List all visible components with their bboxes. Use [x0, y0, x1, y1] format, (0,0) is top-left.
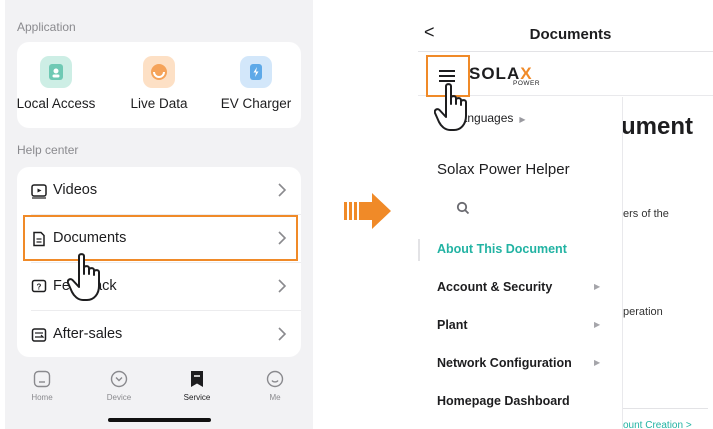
- live-data-icon: [143, 56, 175, 88]
- app-live-data[interactable]: Live Data: [114, 56, 204, 111]
- navigation-drawer: Languages ▶ Solax Power Helper About This…: [418, 97, 623, 429]
- me-icon: [266, 370, 284, 388]
- application-card: Local Access Live Data EV Charger: [17, 42, 301, 128]
- tab-home[interactable]: Home: [12, 368, 72, 402]
- svg-text:?: ?: [37, 283, 42, 292]
- tab-label: Service: [183, 393, 211, 402]
- triangle-right-icon: ▶: [594, 320, 601, 329]
- video-icon: [31, 184, 47, 199]
- help-item-label: After-sales: [53, 326, 123, 342]
- help-item-label: Videos: [53, 182, 98, 198]
- document-content: [623, 97, 713, 429]
- triangle-right-icon: ▶: [519, 115, 526, 124]
- ev-charger-icon: [240, 56, 272, 88]
- home-indicator: [108, 418, 211, 422]
- chevron-right-icon: [278, 279, 287, 293]
- tab-service[interactable]: Service: [167, 368, 227, 402]
- chevron-right-icon: [278, 327, 287, 341]
- divider: [623, 408, 708, 409]
- pointing-hand-icon: [434, 83, 467, 131]
- nav-item-homepage-dashboard[interactable]: Homepage Dashboard: [437, 394, 570, 408]
- tab-label: Device: [106, 393, 132, 402]
- nav-item-network-configuration[interactable]: Network Configuration: [437, 356, 572, 370]
- nav-header: < Documents: [418, 0, 713, 52]
- active-indicator: [418, 239, 420, 261]
- tab-bar: Home Device Service Me: [5, 362, 313, 429]
- help-center-card: Videos Documents ? Feedback After-sales: [17, 167, 301, 357]
- help-item-after-sales[interactable]: After-sales: [17, 311, 301, 359]
- arrow-right-icon: [344, 193, 391, 229]
- service-icon: [191, 371, 203, 387]
- documents-screen: < Documents SOLAX POWER ument ers of the…: [418, 0, 713, 429]
- help-item-feedback[interactable]: ? Feedback: [17, 263, 301, 311]
- chevron-right-icon: [278, 183, 287, 197]
- tab-me[interactable]: Me: [245, 368, 305, 402]
- solax-logo: SOLAX POWER: [469, 64, 541, 87]
- app-label: Live Data: [130, 96, 188, 111]
- app-ev-charger[interactable]: EV Charger: [211, 56, 301, 111]
- documents-highlight: [23, 215, 298, 261]
- home-icon: [33, 370, 51, 388]
- nav-item-about-this-document[interactable]: About This Document: [437, 242, 567, 256]
- search-icon[interactable]: [456, 201, 470, 215]
- triangle-right-icon: ▶: [594, 282, 601, 291]
- document-text: ers of the: [623, 208, 669, 220]
- pointing-hand-icon: [67, 253, 100, 301]
- page-title: Documents: [529, 26, 612, 43]
- document-heading: ument: [621, 113, 693, 140]
- tab-label: Me: [269, 393, 281, 402]
- after-sales-icon: [31, 328, 47, 342]
- help-center-section-label: Help center: [17, 143, 79, 157]
- nav-item-account-security[interactable]: Account & Security: [437, 280, 552, 294]
- help-item-videos[interactable]: Videos: [17, 167, 301, 215]
- tab-label: Home: [31, 393, 53, 402]
- tab-device[interactable]: Device: [89, 368, 149, 402]
- app-label: EV Charger: [220, 96, 292, 111]
- app-local-access[interactable]: Local Access: [11, 56, 101, 111]
- application-section-label: Application: [17, 20, 76, 34]
- feedback-icon: ?: [31, 279, 47, 293]
- next-page-link[interactable]: ount Creation >: [623, 420, 692, 429]
- local-access-icon: [40, 56, 72, 88]
- nav-item-plant[interactable]: Plant: [437, 318, 468, 332]
- helper-title: Solax Power Helper: [437, 161, 570, 178]
- device-icon: [110, 370, 128, 388]
- triangle-right-icon: ▶: [594, 358, 601, 367]
- document-text: peration: [623, 306, 663, 318]
- app-label: Local Access: [16, 96, 96, 111]
